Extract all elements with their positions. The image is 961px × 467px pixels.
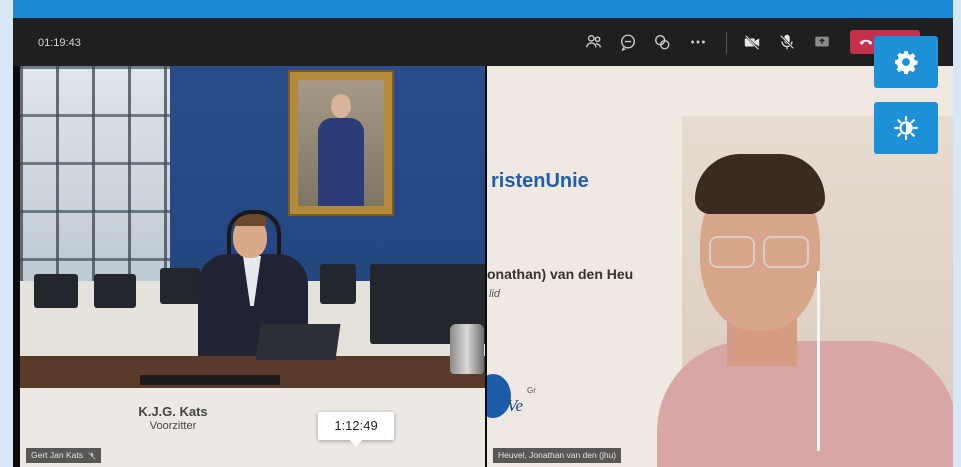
top-accent-bar xyxy=(13,0,953,18)
empty-chair xyxy=(320,264,356,304)
empty-chair xyxy=(34,274,78,308)
settings-gear-icon xyxy=(895,51,918,75)
background-logo-superscript: Gr xyxy=(527,386,536,395)
keyboard xyxy=(140,375,280,385)
background-name-text: onathan) van den Heu xyxy=(487,266,634,282)
party-logo-text: ristenUnie xyxy=(491,170,589,192)
video-player: 01:19:43 K.J.G. Kats Voorzitter Gert Jan… xyxy=(13,0,953,467)
headphones xyxy=(227,210,281,254)
participant-label-right: Heuvel, Jonathan van den (jhu) xyxy=(493,448,622,463)
portrait-figure-head xyxy=(331,94,351,118)
background-role-text: lid xyxy=(489,288,501,300)
video-tile-left[interactable]: K.J.G. Kats Voorzitter Gert Jan Kats xyxy=(20,66,485,467)
empty-chair xyxy=(94,274,136,308)
seek-time-tooltip: 1:12:49 xyxy=(318,412,394,447)
background-logo-text: Ve xyxy=(507,396,524,415)
glasses xyxy=(709,236,809,268)
more-options-icon[interactable] xyxy=(686,30,710,54)
elapsed-time: 01:19:43 xyxy=(38,37,81,49)
brightness-icon xyxy=(894,116,918,140)
brightness-button[interactable] xyxy=(874,102,938,154)
participant-name: Heuvel, Jonathan van den (jhu) xyxy=(498,450,617,460)
thermos-jug xyxy=(450,324,484,374)
portrait-figure-body xyxy=(318,118,364,206)
name-plate-name: K.J.G. Kats xyxy=(138,404,208,419)
participant-label-left: Gert Jan Kats xyxy=(26,448,102,463)
speaker-body xyxy=(657,341,953,467)
participant-name: Gert Jan Kats xyxy=(31,450,83,460)
mic-off-icon[interactable] xyxy=(775,30,799,54)
settings-button[interactable] xyxy=(874,36,938,88)
portrait-canvas xyxy=(298,80,384,206)
mic-muted-icon xyxy=(88,452,96,460)
portrait-painting xyxy=(288,70,394,216)
name-plate: K.J.G. Kats Voorzitter xyxy=(118,404,228,442)
name-plate-role: Voorzitter xyxy=(149,420,197,432)
toolbar-divider xyxy=(726,32,727,54)
speaker-hair xyxy=(695,154,825,214)
chat-icon[interactable] xyxy=(616,30,640,54)
hang-up-icon xyxy=(859,39,873,45)
laptop xyxy=(255,324,341,360)
share-screen-icon[interactable] xyxy=(810,30,834,54)
camera-off-icon[interactable] xyxy=(740,30,764,54)
earphone-cable xyxy=(817,271,820,451)
empty-chair xyxy=(160,268,200,304)
meeting-toolbar: 01:19:43 xyxy=(13,18,953,66)
participants-icon[interactable] xyxy=(582,30,606,54)
reactions-icon[interactable] xyxy=(650,30,674,54)
